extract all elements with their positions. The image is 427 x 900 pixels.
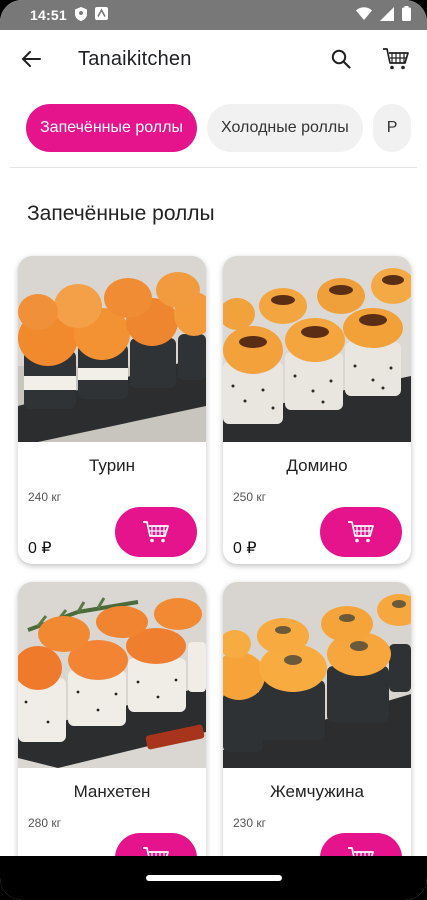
cart-icon — [348, 521, 374, 543]
search-icon — [331, 49, 351, 69]
product-name: Турин — [88, 456, 136, 475]
product-name: Домино — [286, 456, 348, 475]
product-image — [18, 256, 206, 442]
add-to-cart-button[interactable] — [320, 507, 402, 557]
wifi-icon — [356, 7, 372, 23]
category-chip-label: Холодные роллы — [220, 118, 349, 136]
product-card[interactable]: Манхетен 280 кг — [18, 582, 206, 882]
product-weight: 240 кг — [28, 490, 61, 504]
product-price: 0 ₽ — [28, 540, 52, 557]
system-navigation-bar — [0, 856, 427, 900]
product-image — [223, 256, 411, 442]
category-chip-label: Р — [386, 118, 398, 136]
category-chip-cold-rolls[interactable]: Холодные роллы — [206, 103, 363, 152]
product-card[interactable]: Турин 240 кг 0 ₽ — [18, 256, 206, 564]
notification-icon — [94, 7, 108, 23]
category-chip-label: Запечённые роллы — [40, 118, 183, 136]
app-title: Tanaikitchen — [78, 47, 192, 70]
product-card[interactable]: Жемчужина 230 кг — [223, 582, 411, 882]
back-arrow-icon — [21, 51, 41, 67]
app-screen: 14:51 Tanaikitchen Запечённые роллы Холо… — [0, 0, 427, 900]
home-gesture-handle[interactable] — [145, 875, 282, 881]
section-title: Запечённые роллы — [27, 202, 215, 225]
product-image — [223, 582, 411, 768]
status-time: 14:51 — [30, 7, 67, 23]
product-price: 0 ₽ — [233, 540, 257, 557]
cart-button[interactable] — [380, 44, 412, 74]
product-weight: 230 кг — [233, 816, 266, 830]
app-bar: Tanaikitchen — [0, 30, 427, 88]
signal-icon — [380, 6, 394, 24]
add-to-cart-button[interactable] — [115, 507, 197, 557]
cart-icon — [383, 48, 409, 70]
product-image — [18, 582, 206, 768]
product-name: Жемчужина — [270, 782, 364, 801]
shield-icon — [74, 6, 87, 24]
cart-icon — [143, 521, 169, 543]
search-button[interactable] — [326, 44, 356, 74]
product-card[interactable]: Домино 250 кг 0 ₽ — [223, 256, 411, 564]
product-weight: 250 кг — [233, 490, 266, 504]
status-bar: 14:51 — [0, 0, 427, 30]
product-weight: 280 кг — [28, 816, 61, 830]
battery-icon — [402, 6, 411, 24]
category-chip-next[interactable]: Р — [372, 103, 412, 152]
category-chip-baked-rolls[interactable]: Запечённые роллы — [26, 103, 197, 152]
category-tabs: Запечённые роллы Холодные роллы Р — [10, 88, 417, 168]
product-name: Манхетен — [73, 782, 151, 801]
back-button[interactable] — [16, 44, 46, 74]
